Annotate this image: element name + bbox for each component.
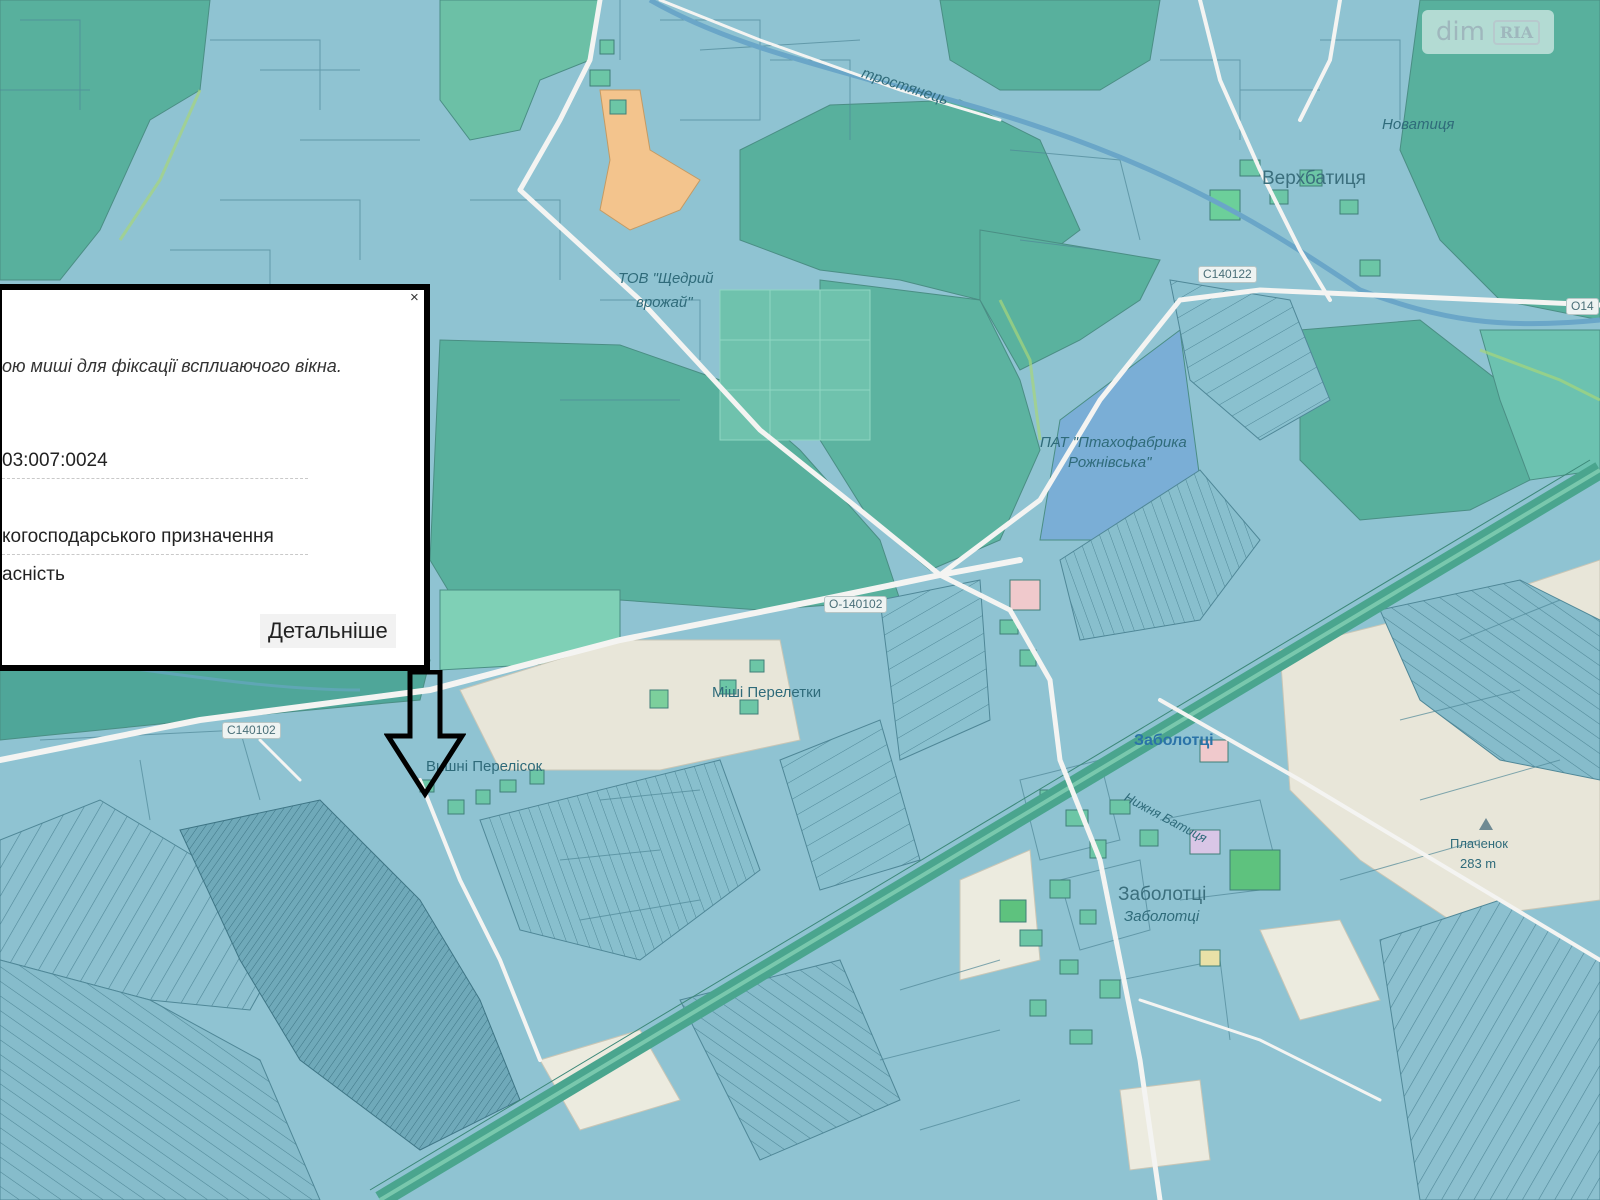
place-label-elevation: 283 m <box>1460 856 1497 871</box>
place-label-zabolottsi-station: Заболотці <box>1134 732 1214 749</box>
details-button[interactable]: Детальніше <box>260 614 396 648</box>
cadastral-number: 03:007:0024 <box>2 450 308 479</box>
place-label-tov-shchedryi-2: врожай" <box>636 294 693 311</box>
place-label-ptakhofabryka: ПАТ "Птахофабрика <box>1040 434 1187 451</box>
place-label-verkhbatytsia: Верхбатиця <box>1262 168 1366 189</box>
dimria-watermark: dim RIA <box>1422 10 1554 54</box>
place-label-ptakhofabryka-2: Рожнівська" <box>1068 454 1152 471</box>
ownership-type: асність <box>2 564 65 585</box>
close-icon[interactable]: × <box>410 290 419 306</box>
down-arrow-icon <box>384 670 466 799</box>
place-label-tov-shchedryi: ТОВ "Щедрий <box>618 270 714 287</box>
place-label-novatiya: Новатиця <box>1382 116 1455 133</box>
place-label-zabolottsi-2: Заболотці <box>1124 908 1200 925</box>
road-label-c140102: C140102 <box>222 722 281 739</box>
popup-hint-text: ою миші для фіксації всплиаючого вікна. <box>2 356 342 376</box>
road-label-c140122: C140122 <box>1198 266 1257 283</box>
road-label-o140102: O-140102 <box>824 596 888 613</box>
parcel-info-popup: × ою миші для фіксації всплиаючого вікна… <box>0 284 430 671</box>
watermark-dim: dim <box>1435 17 1485 47</box>
watermark-ria: RIA <box>1492 19 1541 45</box>
road-label-o14-right: O14 <box>1566 298 1599 315</box>
place-label-zabolottsi: Заболотці <box>1118 884 1207 905</box>
land-purpose: когосподарського призначення <box>2 526 308 555</box>
place-label-plachenok: Плаченок <box>1450 836 1508 851</box>
place-label-mshi-pereletki: Міші Перелетки <box>712 684 822 701</box>
